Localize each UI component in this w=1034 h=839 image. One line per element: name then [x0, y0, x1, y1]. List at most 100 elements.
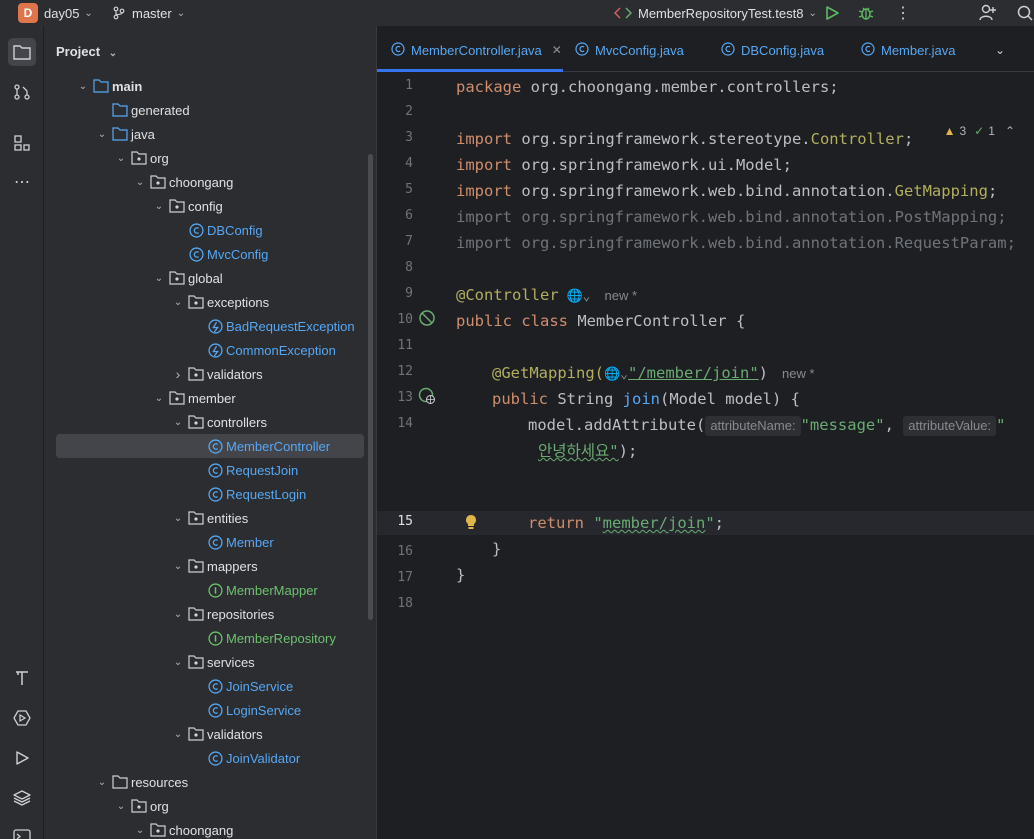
- chevron-down-icon[interactable]: ⌄: [171, 513, 185, 524]
- tree-item[interactable]: ⌄ org: [44, 146, 376, 170]
- run-icon: [16, 751, 29, 765]
- add-user-button[interactable]: [978, 0, 998, 26]
- more-actions-icon[interactable]: ⋮: [895, 0, 911, 26]
- tree-item[interactable]: ⌄ repositories: [44, 602, 376, 626]
- tab-label: MvcConfig.java: [595, 42, 684, 58]
- globe-icon[interactable]: 🌐⌄: [559, 289, 590, 304]
- terminal-tool-button[interactable]: [8, 822, 36, 839]
- chevron-down-icon[interactable]: ⌄: [76, 81, 90, 92]
- chevron-down-icon[interactable]: ⌄: [95, 777, 109, 788]
- code-area[interactable]: ▲ 3 ✓ 1 ⌃ 1 2 3 4 5 6 7 8 9 10 11 12 13 14 15 16 17 18 pa…: [377, 72, 1034, 839]
- chevron-down-icon[interactable]: ⌄: [152, 273, 166, 284]
- debug-button[interactable]: [857, 0, 875, 26]
- tree-item[interactable]: ⌄ choongang: [44, 818, 376, 839]
- tree-item[interactable]: DBConfig: [44, 218, 376, 242]
- tree-item[interactable]: MemberMapper: [44, 578, 376, 602]
- chevron-down-icon[interactable]: ⌄: [152, 201, 166, 212]
- tree-item-label: MemberController: [226, 438, 331, 454]
- build-tool-button[interactable]: [8, 664, 36, 692]
- spring-bean-icon[interactable]: [418, 309, 436, 327]
- tree-item[interactable]: ⌄ exceptions: [44, 290, 376, 314]
- chevron-down-icon[interactable]: ⌄: [171, 609, 185, 620]
- chevron-down-icon[interactable]: ⌄: [133, 825, 147, 836]
- tree-item[interactable]: RequestJoin: [44, 458, 376, 482]
- tree-item[interactable]: ⌄ choongang: [44, 170, 376, 194]
- project-switcher[interactable]: D day05 ⌄: [18, 0, 93, 26]
- tree-item[interactable]: ⌄ config: [44, 194, 376, 218]
- package-icon: [169, 270, 185, 286]
- chevron-down-icon[interactable]: ⌄: [152, 393, 166, 404]
- spring-web-mapping-icon[interactable]: [418, 387, 436, 405]
- line-number: 14: [397, 416, 413, 431]
- package-icon: [169, 198, 185, 214]
- tree-item[interactable]: MvcConfig: [44, 242, 376, 266]
- author-hint[interactable]: new *: [782, 366, 815, 381]
- tree-item[interactable]: LoginService: [44, 698, 376, 722]
- author-hint[interactable]: new *: [605, 288, 638, 303]
- tree-item[interactable]: JoinService: [44, 674, 376, 698]
- source-root-icon: [112, 126, 128, 142]
- chevron-right-icon[interactable]: ›: [171, 366, 185, 382]
- tree-item[interactable]: generated: [44, 98, 376, 122]
- tree-item[interactable]: JoinValidator: [44, 746, 376, 770]
- mapping-url[interactable]: "/member/join": [628, 364, 759, 382]
- tree-item-label: MemberRepository: [226, 630, 336, 646]
- tree-item[interactable]: › validators: [44, 362, 376, 386]
- tree-item[interactable]: ⌄ mappers: [44, 554, 376, 578]
- branch-switcher[interactable]: master ⌄: [112, 0, 185, 26]
- project-panel-title[interactable]: Project ⌄: [56, 44, 117, 59]
- commit-tool-button[interactable]: [8, 78, 36, 106]
- tree-item[interactable]: ⌄ resources: [44, 770, 376, 794]
- project-tool-button[interactable]: [8, 38, 36, 66]
- tab-overflow-button[interactable]: ⌄: [995, 40, 1005, 60]
- run-button[interactable]: [824, 0, 840, 26]
- tab-label: DBConfig.java: [741, 42, 825, 58]
- chevron-down-icon[interactable]: ⌄: [171, 417, 185, 428]
- run-config-selector[interactable]: MemberRepositoryTest.test8 ⌄: [614, 0, 817, 26]
- more-icon[interactable]: ⋯: [8, 168, 36, 196]
- services-tool-button[interactable]: [8, 704, 36, 732]
- tab-member[interactable]: Member.java: [861, 40, 955, 60]
- code-line-3: import org.springframework.stereotype.Co…: [456, 128, 913, 150]
- tree-item[interactable]: MemberRepository: [44, 626, 376, 650]
- chevron-down-icon[interactable]: ⌄: [171, 297, 185, 308]
- tree-item[interactable]: ⌄ validators: [44, 722, 376, 746]
- tree-item[interactable]: Member: [44, 530, 376, 554]
- chevron-down-icon[interactable]: ⌄: [133, 177, 147, 188]
- tree-item[interactable]: ⌄ member: [44, 386, 376, 410]
- tree-item[interactable]: ⌄ services: [44, 650, 376, 674]
- chevron-down-icon[interactable]: ⌄: [171, 657, 185, 668]
- lightbulb-icon[interactable]: [462, 513, 480, 531]
- string-literal: member/join: [602, 514, 706, 532]
- tree-item-label: services: [207, 654, 255, 670]
- inspection-widget[interactable]: ▲ 3 ✓ 1 ⌃: [944, 124, 1015, 138]
- tree-item[interactable]: BadRequestException: [44, 314, 376, 338]
- layers-tool-button[interactable]: [8, 784, 36, 812]
- search-button[interactable]: [1016, 0, 1034, 26]
- run-tool-button[interactable]: [8, 744, 36, 772]
- close-icon[interactable]: ✕: [552, 43, 562, 57]
- tree-item[interactable]: ⌄ org: [44, 794, 376, 818]
- chevron-down-icon[interactable]: ⌄: [171, 561, 185, 572]
- tree-item[interactable]: ⌄ global: [44, 266, 376, 290]
- tree-item[interactable]: ⌄ entities: [44, 506, 376, 530]
- chevron-down-icon[interactable]: ⌄: [114, 801, 128, 812]
- tree-item[interactable]: ⌄ controllers: [44, 410, 376, 434]
- keyword: public class: [456, 312, 568, 330]
- tab-mvcconfig[interactable]: MvcConfig.java: [575, 40, 684, 60]
- tree-item[interactable]: RequestLogin: [44, 482, 376, 506]
- tab-membercontroller[interactable]: MemberController.java ✕: [391, 40, 562, 60]
- tree-item[interactable]: ⌄ java: [44, 122, 376, 146]
- chevron-down-icon[interactable]: ⌄: [114, 153, 128, 164]
- tree-item[interactable]: MemberController: [56, 434, 364, 458]
- tree-item-label: config: [188, 198, 223, 214]
- chevron-down-icon[interactable]: ⌄: [171, 729, 185, 740]
- class-icon: [391, 41, 405, 59]
- tree-item[interactable]: ⌄ main: [44, 74, 376, 98]
- project-scrollbar[interactable]: [368, 154, 373, 620]
- structure-tool-button[interactable]: [8, 129, 36, 157]
- chevron-down-icon[interactable]: ⌄: [95, 129, 109, 140]
- globe-icon[interactable]: 🌐⌄: [604, 367, 628, 382]
- tab-dbconfig[interactable]: DBConfig.java: [721, 40, 824, 60]
- tree-item[interactable]: CommonException: [44, 338, 376, 362]
